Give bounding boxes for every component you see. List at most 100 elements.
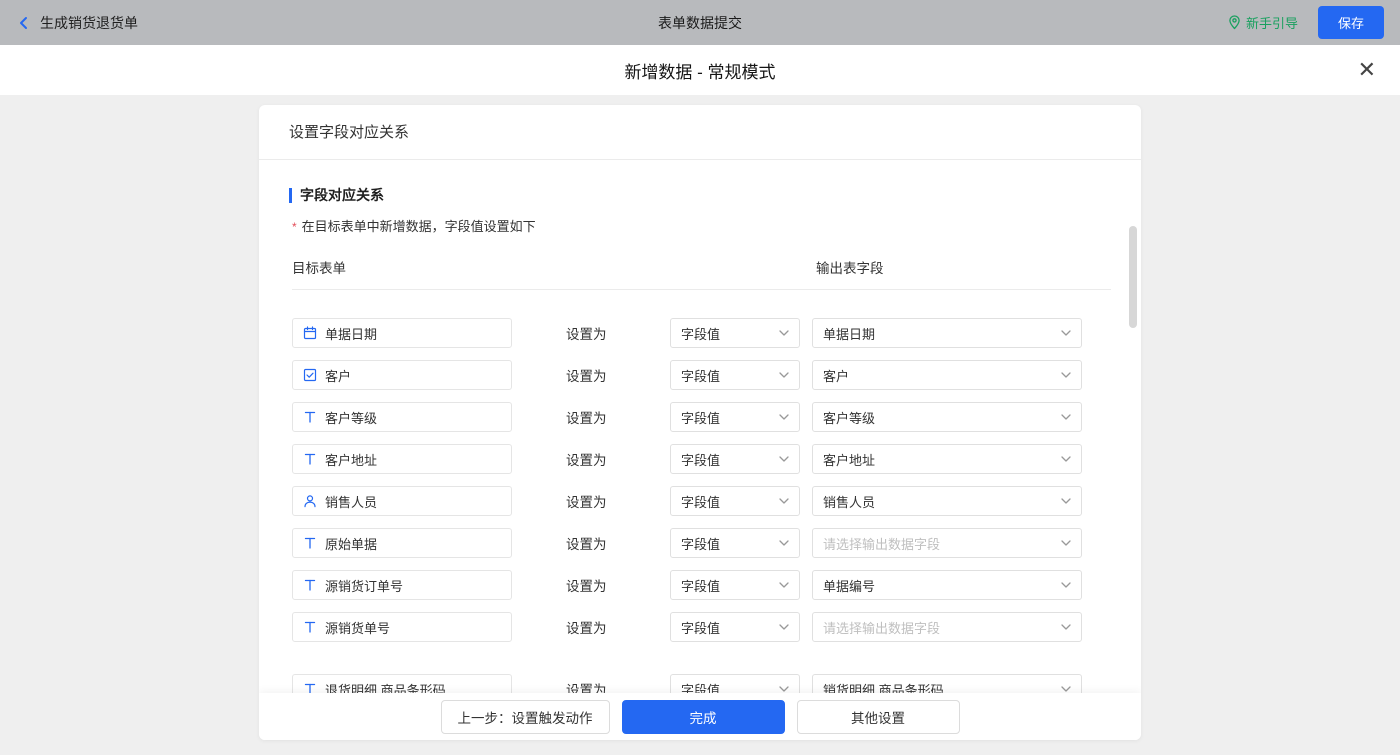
scrollbar-thumb[interactable] — [1129, 226, 1137, 328]
back-chevron-icon[interactable] — [16, 15, 32, 31]
column-header-target-form: 目标表单 — [292, 261, 346, 276]
source-field-box[interactable]: 源销货单号 — [292, 612, 512, 642]
required-asterisk: * — [292, 220, 297, 234]
output-field-selected: 客户地址 — [823, 452, 876, 468]
output-field-select[interactable]: 客户地址 — [812, 444, 1082, 474]
output-field-selected: 单据日期 — [823, 326, 876, 342]
other-settings-button[interactable]: 其他设置 — [796, 699, 960, 734]
user-field-icon — [303, 494, 317, 508]
chevron-down-icon — [779, 414, 789, 420]
mapping-row: 销售人员 设置为 字段值 销售人员 — [292, 486, 1111, 516]
source-field-label: 销售人员 — [325, 494, 378, 510]
topbar-actions: 新手引导 保存 — [1228, 6, 1384, 39]
output-field-select[interactable]: 请选择输出数据字段 — [812, 612, 1082, 642]
value-type-select[interactable]: 字段值 — [670, 486, 800, 516]
value-type-selected: 字段值 — [681, 578, 721, 594]
source-field-box[interactable]: 销售人员 — [292, 486, 512, 516]
value-type-selected: 字段值 — [681, 452, 721, 468]
source-field-label: 客户等级 — [325, 410, 378, 426]
close-icon[interactable]: ✕ — [1358, 59, 1376, 81]
output-field-selected: 单据编号 — [823, 578, 876, 594]
value-type-select[interactable]: 字段值 — [670, 444, 800, 474]
output-field-selected: 销货明细.商品条形码 — [823, 682, 944, 694]
beginner-guide-link[interactable]: 新手引导 — [1228, 13, 1298, 32]
back-nav[interactable]: 生成销货退货单 — [16, 13, 138, 33]
column-headers: 目标表单 输出表字段 — [292, 257, 1111, 290]
value-type-select[interactable]: 字段值 — [670, 402, 800, 432]
prev-step-button[interactable]: 上一步：设置触发动作 — [440, 699, 610, 734]
source-field-box[interactable]: 源销货订单号 — [292, 570, 512, 600]
scrollbar-track[interactable] — [1129, 222, 1137, 641]
source-field-label: 源销货订单号 — [325, 578, 404, 594]
column-header-output-fields: 输出表字段 — [816, 261, 884, 276]
source-field-label: 客户 — [325, 368, 352, 384]
set-as-label: 设置为 — [566, 495, 607, 510]
source-field-box[interactable]: 退货明细.商品条形码 — [292, 674, 512, 693]
chevron-down-icon — [1061, 456, 1071, 462]
source-field-box[interactable]: 单据日期 — [292, 318, 512, 348]
chevron-down-icon — [1061, 330, 1071, 336]
chevron-down-icon — [779, 582, 789, 588]
text-field-icon — [303, 410, 317, 424]
mapping-row: 客户 设置为 字段值 客户 — [292, 360, 1111, 390]
chevron-down-icon — [1061, 498, 1071, 504]
output-field-select[interactable]: 客户等级 — [812, 402, 1082, 432]
source-field-label: 客户地址 — [325, 452, 378, 468]
chevron-down-icon — [779, 372, 789, 378]
chevron-down-icon — [1061, 624, 1071, 630]
value-type-selected: 字段值 — [681, 494, 721, 510]
chevron-down-icon — [779, 540, 789, 546]
chevron-down-icon — [779, 330, 789, 336]
output-field-select[interactable]: 销售人员 — [812, 486, 1082, 516]
date-field-icon — [303, 326, 317, 340]
hint-text: * 在目标表单中新增数据，字段值设置如下 — [292, 216, 1111, 235]
modal-content: 设置字段对应关系 字段对应关系 * 在目标表单中新增数据，字段值设置如下 目标表单… — [0, 95, 1400, 755]
back-label[interactable]: 生成销货退货单 — [40, 13, 138, 33]
chevron-down-icon — [1061, 686, 1071, 692]
output-field-selected: 销售人员 — [823, 494, 876, 510]
set-as-label: 设置为 — [566, 453, 607, 468]
location-pin-icon — [1228, 15, 1241, 30]
value-type-selected: 字段值 — [681, 410, 721, 426]
modal-header: 新增数据 - 常规模式 ✕ — [0, 45, 1400, 95]
chevron-down-icon — [779, 456, 789, 462]
output-field-select[interactable]: 单据日期 — [812, 318, 1082, 348]
source-field-box[interactable]: 原始单据 — [292, 528, 512, 558]
output-field-selected: 客户等级 — [823, 410, 876, 426]
select-field-icon — [303, 368, 317, 382]
value-type-select[interactable]: 字段值 — [670, 674, 800, 693]
topbar: 生成销货退货单 表单数据提交 新手引导 保存 — [0, 0, 1400, 45]
value-type-select[interactable]: 字段值 — [670, 318, 800, 348]
set-as-label: 设置为 — [566, 411, 607, 426]
output-field-select[interactable]: 请选择输出数据字段 — [812, 528, 1082, 558]
card-body: 字段对应关系 * 在目标表单中新增数据，字段值设置如下 目标表单 输出表字段 单据… — [259, 160, 1141, 693]
output-field-select[interactable]: 客户 — [812, 360, 1082, 390]
set-as-label: 设置为 — [566, 537, 607, 552]
value-type-select[interactable]: 字段值 — [670, 360, 800, 390]
value-type-select[interactable]: 字段值 — [670, 612, 800, 642]
value-type-selected: 字段值 — [681, 368, 721, 384]
text-field-icon — [303, 536, 317, 550]
chevron-down-icon — [1061, 582, 1071, 588]
source-field-box[interactable]: 客户等级 — [292, 402, 512, 432]
text-field-icon — [303, 578, 317, 592]
value-type-select[interactable]: 字段值 — [670, 570, 800, 600]
done-button[interactable]: 完成 — [621, 699, 785, 734]
source-field-box[interactable]: 客户 — [292, 360, 512, 390]
output-field-select[interactable]: 单据编号 — [812, 570, 1082, 600]
output-field-select[interactable]: 销货明细.商品条形码 — [812, 674, 1082, 693]
text-field-icon — [303, 620, 317, 634]
save-button[interactable]: 保存 — [1317, 6, 1384, 39]
source-field-box[interactable]: 客户地址 — [292, 444, 512, 474]
value-type-select[interactable]: 字段值 — [670, 528, 800, 558]
set-as-label: 设置为 — [566, 327, 607, 342]
modal-title: 新增数据 - 常规模式 — [624, 62, 776, 82]
text-field-icon — [303, 452, 317, 466]
mapping-row: 客户等级 设置为 字段值 客户等级 — [292, 402, 1111, 432]
chevron-down-icon — [779, 624, 789, 630]
set-as-label: 设置为 — [566, 683, 607, 693]
source-field-label: 源销货单号 — [325, 620, 391, 636]
section-title: 字段对应关系 — [289, 188, 1111, 203]
mapping-row: 单据日期 设置为 字段值 单据日期 — [292, 318, 1111, 348]
output-field-selected: 客户 — [823, 368, 850, 384]
